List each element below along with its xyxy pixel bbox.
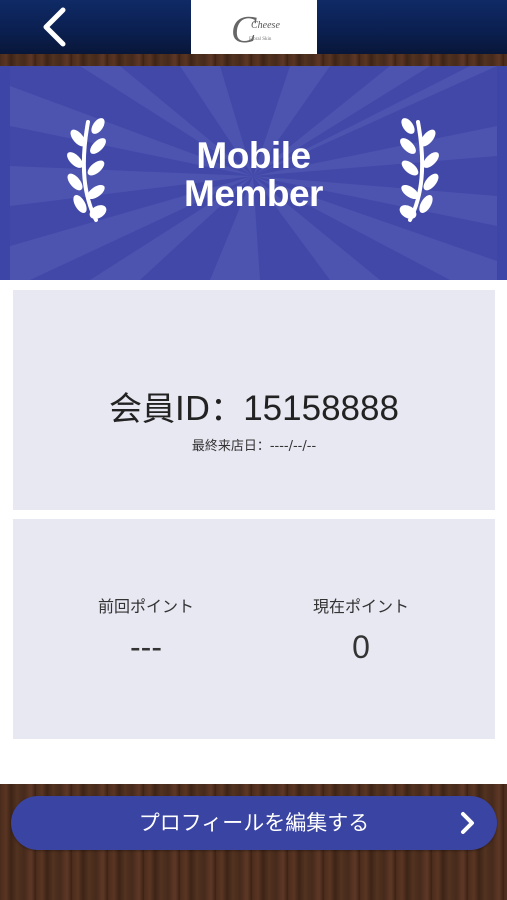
current-points-value: 0 bbox=[352, 629, 370, 665]
last-visit-date: 最終来店日：----/--/-- bbox=[191, 439, 317, 454]
member-id-card: 会員ID：15158888 最終来店日：----/--/-- bbox=[13, 290, 495, 510]
current-points-label: 現在ポイント bbox=[312, 597, 409, 616]
wood-divider-top bbox=[0, 54, 507, 66]
chevron-right-icon bbox=[461, 812, 474, 834]
logo-subtext: Floral Skin bbox=[249, 37, 272, 42]
chevron-left-icon bbox=[43, 7, 66, 47]
member-id: 会員ID：15158888 bbox=[13, 382, 495, 430]
points-card: 前回ポイント --- 現在ポイント 0 bbox=[13, 519, 495, 739]
member-content: 会員ID：15158888 最終来店日：----/--/-- 前回ポイント --… bbox=[0, 280, 507, 784]
previous-points-value: --- bbox=[130, 629, 162, 665]
banner-title-line1: Mobile bbox=[196, 135, 311, 176]
edit-profile-label: プロフィールを編集する bbox=[138, 811, 370, 835]
logo-text: Cheese bbox=[251, 20, 280, 31]
top-navigation-bar: C Cheese Floral Skin bbox=[0, 0, 507, 54]
edit-profile-button[interactable]: プロフィールを編集する bbox=[11, 796, 497, 850]
previous-points-label: 前回ポイント bbox=[97, 597, 194, 616]
mobile-member-banner: Mobile Member bbox=[0, 66, 507, 280]
banner-title-line2: Member bbox=[184, 173, 323, 214]
back-button[interactable] bbox=[34, 6, 74, 48]
member-id-value: 15158888 bbox=[243, 389, 399, 428]
brand-logo: C Cheese Floral Skin bbox=[191, 0, 317, 54]
member-id-label: 会員ID： bbox=[109, 389, 244, 428]
